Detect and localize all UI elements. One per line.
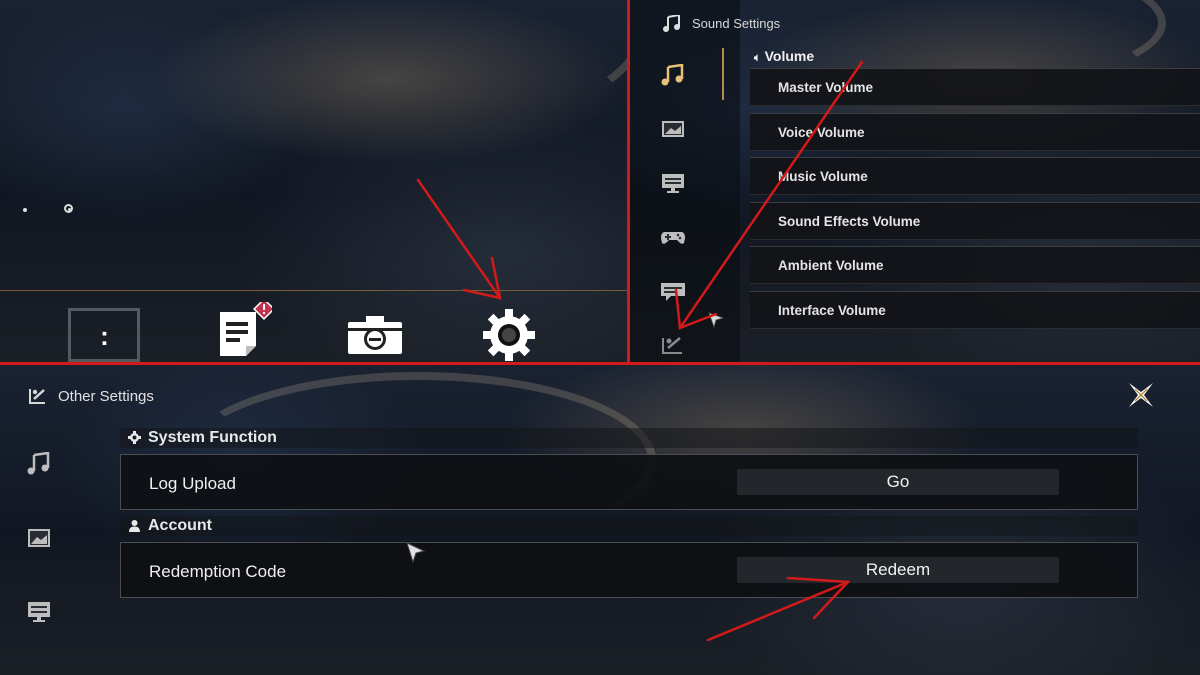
sidebar-item-other[interactable] bbox=[660, 334, 686, 356]
redemption-code-row: Redemption Code Redeem bbox=[120, 542, 1138, 598]
volume-section-header: 🔈︎ Volume bbox=[754, 48, 814, 65]
other-settings-icon bbox=[29, 389, 45, 404]
camera-button[interactable] bbox=[346, 314, 404, 361]
alert-badge-icon bbox=[253, 298, 275, 320]
redeem-button[interactable]: Redeem bbox=[737, 557, 1059, 583]
display-icon bbox=[662, 174, 684, 193]
system-function-header: System Function bbox=[120, 428, 1138, 448]
music-volume-row[interactable]: Music Volume bbox=[750, 157, 1200, 195]
sidebar-item-sound[interactable] bbox=[26, 452, 52, 476]
mouse-cursor-icon bbox=[406, 542, 426, 564]
section-label: System Function bbox=[148, 429, 277, 446]
sidebar-item-graphics[interactable] bbox=[660, 118, 686, 140]
voice-volume-row[interactable]: Voice Volume bbox=[750, 113, 1200, 151]
colon-glyph: : bbox=[100, 321, 109, 351]
gear-icon bbox=[483, 309, 535, 361]
hud-divider bbox=[0, 290, 628, 291]
master-volume-row[interactable]: Master Volume bbox=[750, 68, 1200, 106]
panel-title: Sound Settings bbox=[692, 16, 781, 31]
row-label: Ambient Volume bbox=[778, 258, 884, 273]
annotation-divider-horizontal bbox=[0, 362, 1200, 365]
camera-icon bbox=[348, 316, 402, 354]
annotation-divider-vertical bbox=[627, 0, 630, 363]
image-icon bbox=[662, 121, 684, 137]
row-label: Sound Effects Volume bbox=[778, 214, 921, 229]
other-settings-icon bbox=[662, 337, 682, 354]
target-marker-icon bbox=[64, 204, 73, 213]
mouse-cursor-icon bbox=[708, 312, 724, 328]
notes-icon bbox=[220, 298, 275, 356]
log-upload-row: Log Upload Go bbox=[120, 454, 1138, 510]
interface-volume-row[interactable]: Interface Volume bbox=[750, 291, 1200, 329]
row-label: Voice Volume bbox=[778, 125, 865, 140]
chat-icon bbox=[661, 283, 685, 301]
panel-title: Other Settings bbox=[58, 388, 154, 405]
sidebar-item-graphics[interactable] bbox=[26, 526, 52, 550]
other-settings-panel: Other Settings System Function Log Uploa… bbox=[0, 364, 1200, 675]
row-label: Master Volume bbox=[778, 80, 874, 95]
bracket-colon-icon[interactable]: : bbox=[68, 308, 140, 362]
active-tab-indicator bbox=[722, 48, 724, 100]
sidebar-item-chat[interactable] bbox=[660, 280, 686, 302]
notes-button[interactable] bbox=[216, 298, 275, 362]
music-icon bbox=[27, 452, 50, 475]
row-label: Interface Volume bbox=[778, 303, 886, 318]
gear-icon bbox=[128, 431, 141, 444]
sound-settings-panel: Sound Settings 🔈︎ Volume Master Volume V… bbox=[630, 0, 1200, 362]
sidebar-item-controls[interactable] bbox=[660, 226, 686, 248]
volume-section-label: Volume bbox=[764, 48, 815, 64]
go-button[interactable]: Go bbox=[737, 469, 1059, 495]
display-icon bbox=[28, 602, 50, 622]
music-icon bbox=[663, 15, 680, 32]
close-icon[interactable] bbox=[1126, 380, 1156, 410]
section-label: Account bbox=[148, 517, 212, 534]
game-hud-panel: : bbox=[0, 0, 628, 362]
speaker-icon: 🔈︎ bbox=[754, 52, 761, 64]
sidebar-item-sound[interactable] bbox=[660, 64, 686, 86]
account-header: Account bbox=[120, 516, 1138, 536]
image-icon bbox=[28, 529, 50, 547]
minimap-dot bbox=[23, 208, 27, 212]
gamepad-icon bbox=[661, 232, 685, 244]
row-label: Redemption Code bbox=[149, 562, 287, 581]
sidebar-item-display[interactable] bbox=[660, 172, 686, 194]
row-label: Music Volume bbox=[778, 169, 868, 184]
row-label: Log Upload bbox=[149, 474, 236, 493]
sound-effects-volume-row[interactable]: Sound Effects Volume bbox=[750, 202, 1200, 240]
sidebar-item-display[interactable] bbox=[26, 600, 52, 624]
settings-button[interactable] bbox=[482, 308, 536, 362]
ambient-volume-row[interactable]: Ambient Volume bbox=[750, 246, 1200, 284]
music-icon bbox=[661, 64, 684, 86]
user-icon bbox=[129, 520, 140, 532]
